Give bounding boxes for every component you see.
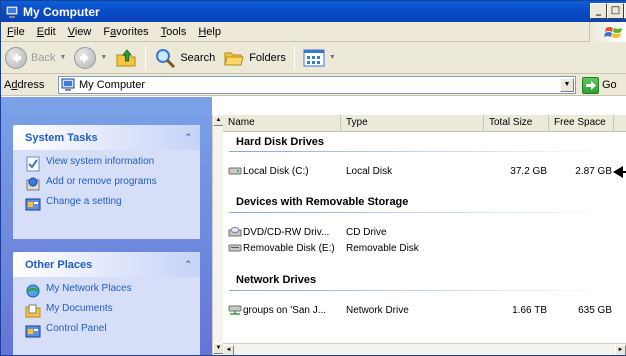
views-icon xyxy=(303,49,325,66)
task-view-system-information[interactable]: View system information xyxy=(25,156,192,172)
go-arrow-icon xyxy=(582,76,599,94)
column-header-name[interactable]: Name xyxy=(223,115,341,132)
content-scrollbar[interactable] xyxy=(619,132,626,343)
menu-tools[interactable]: Tools xyxy=(155,26,193,38)
up-folder-button[interactable] xyxy=(111,44,141,72)
forward-button[interactable]: ▼ xyxy=(70,44,111,72)
window-title: My Computer xyxy=(23,4,100,19)
menu-edit[interactable]: Edit xyxy=(31,26,62,38)
list-item-local-disk-c[interactable]: Local Disk (C:) Local Disk 37.2 GB 2.87 … xyxy=(228,164,618,180)
pointer-arrow-line xyxy=(620,171,626,173)
removable-disk-icon xyxy=(228,244,242,252)
my-computer-window: My Computer _ □ x File Edit View Favorit… xyxy=(0,0,626,356)
group-header-network-drives: Network Drives xyxy=(236,274,317,286)
address-value: My Computer xyxy=(79,79,146,91)
task-pane: System Tasks ⌃ View system information A… xyxy=(1,97,212,355)
up-folder-icon xyxy=(116,48,136,66)
task-pane-scrollbar[interactable]: ▲ ▼ xyxy=(212,115,224,355)
my-documents-icon xyxy=(25,304,41,318)
collapse-icon[interactable]: ⌃ xyxy=(184,133,192,143)
group-divider xyxy=(229,212,609,213)
forward-arrow-icon xyxy=(74,46,97,69)
folders-icon xyxy=(224,52,244,65)
search-icon xyxy=(156,48,176,68)
place-control-panel[interactable]: Control Panel xyxy=(25,323,192,339)
views-dropdown-icon[interactable]: ▼ xyxy=(329,54,336,61)
forward-dropdown-icon[interactable]: ▼ xyxy=(100,54,107,61)
hard-disk-icon xyxy=(228,167,242,175)
network-drive-icon xyxy=(228,305,242,316)
other-places-panel: Other Places ⌃ My Network Places My Docu… xyxy=(13,252,200,355)
task-change-setting[interactable]: Change a setting xyxy=(25,196,192,212)
control-panel-icon xyxy=(25,198,41,211)
maximize-button[interactable]: □ xyxy=(607,3,624,19)
menu-view[interactable]: View xyxy=(62,26,98,38)
place-my-documents[interactable]: My Documents xyxy=(25,303,192,319)
column-headers: Name Type Total Size Free Space xyxy=(223,115,626,132)
column-header-total-size[interactable]: Total Size xyxy=(484,115,549,132)
system-tasks-panel: System Tasks ⌃ View system information A… xyxy=(13,125,200,239)
scroll-left-button[interactable]: ◄ xyxy=(223,345,234,355)
address-dropdown-button[interactable]: ▼ xyxy=(560,78,574,92)
scroll-right-button[interactable]: ► xyxy=(615,345,626,355)
toolbar-separator xyxy=(293,45,295,70)
back-dropdown-icon[interactable]: ▼ xyxy=(59,54,66,61)
views-button[interactable]: ▼ xyxy=(299,44,340,72)
go-button[interactable]: Go xyxy=(582,76,617,94)
title-bar[interactable]: My Computer _ □ x xyxy=(1,1,626,22)
minimize-button[interactable]: _ xyxy=(590,3,607,19)
other-places-header[interactable]: Other Places ⌃ xyxy=(13,252,200,277)
horizontal-scrollbar[interactable]: ◄ ► xyxy=(223,343,626,355)
control-panel-icon xyxy=(25,325,41,338)
windows-flag-icon xyxy=(589,22,626,42)
menu-bar: File Edit View Favorites Tools Help xyxy=(1,22,626,42)
dvd-drive-icon xyxy=(228,227,242,237)
group-header-removable-storage: Devices with Removable Storage xyxy=(236,196,409,208)
group-divider xyxy=(229,290,609,291)
column-header-free-space[interactable]: Free Space xyxy=(549,115,614,132)
address-label: Address xyxy=(4,78,45,91)
menu-file[interactable]: File xyxy=(1,26,31,38)
place-my-network-places[interactable]: My Network Places xyxy=(25,283,192,299)
back-arrow-icon xyxy=(5,46,27,69)
toolbar-separator xyxy=(145,45,147,70)
add-remove-programs-icon xyxy=(26,177,40,191)
list-item-dvd-drive[interactable]: DVD/CD-RW Driv... CD Drive xyxy=(228,225,618,241)
menu-favorites[interactable]: Favorites xyxy=(97,26,154,38)
search-button[interactable]: Search xyxy=(150,44,219,72)
system-info-icon xyxy=(26,156,40,172)
task-add-remove-programs[interactable]: Add or remove programs xyxy=(25,176,192,192)
folders-button[interactable]: Folders xyxy=(219,44,290,72)
group-header-hard-disk-drives: Hard Disk Drives xyxy=(236,136,325,148)
toolbar: Back ▼ ▼ Search Folders ▼ xyxy=(1,42,626,74)
network-places-icon xyxy=(26,284,40,298)
column-header-type[interactable]: Type xyxy=(341,115,484,132)
group-divider xyxy=(229,151,609,152)
address-bar: Address My Computer ▼ Go xyxy=(1,74,626,96)
list-item-network-drive[interactable]: groups on 'San J... Network Drive 1.66 T… xyxy=(228,303,618,319)
system-tasks-header[interactable]: System Tasks ⌃ xyxy=(13,125,200,150)
menu-help[interactable]: Help xyxy=(192,26,227,38)
back-button[interactable]: Back ▼ xyxy=(1,44,70,72)
list-item-removable-disk-e[interactable]: Removable Disk (E:) Removable Disk xyxy=(228,241,618,257)
my-computer-icon xyxy=(61,78,75,91)
address-input[interactable]: My Computer ▼ xyxy=(58,76,576,94)
my-computer-icon xyxy=(5,5,19,18)
collapse-icon[interactable]: ⌃ xyxy=(184,260,192,270)
